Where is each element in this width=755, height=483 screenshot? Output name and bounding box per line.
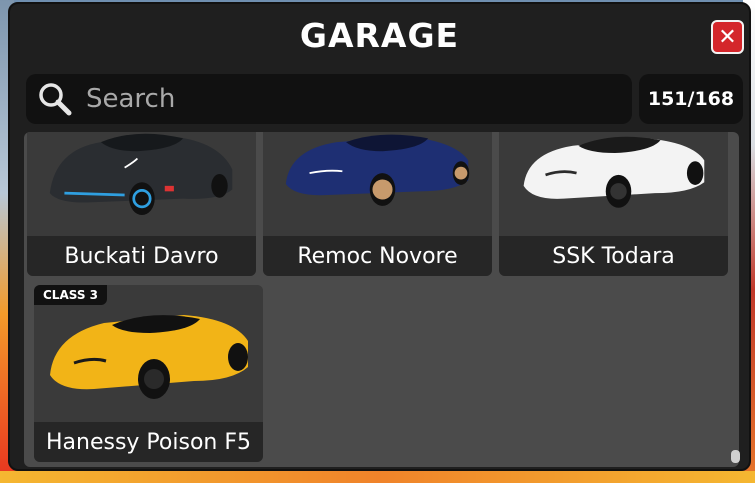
vehicle-card[interactable]: CLASS 3 Hanessy Poison F5 — [34, 285, 263, 462]
car-image — [263, 132, 492, 226]
vehicle-card[interactable]: Remoc Novore — [263, 132, 492, 276]
car-image — [34, 285, 263, 422]
close-button[interactable]: ✕ — [711, 20, 744, 54]
garage-panel: GARAGE ✕ 151/168 Buckati Davro — [8, 2, 751, 471]
background-bottom — [0, 471, 755, 483]
vehicle-list: Buckati Davro Remoc Novore SSK Todara CL… — [24, 132, 739, 467]
car-image — [27, 132, 256, 226]
panel-title: GARAGE — [299, 16, 460, 55]
class-badge: CLASS 3 — [34, 285, 108, 305]
scrollbar-thumb[interactable] — [731, 450, 740, 463]
vehicle-name: Buckati Davro — [27, 236, 256, 276]
vehicle-card[interactable]: Buckati Davro — [27, 132, 256, 276]
vehicle-name: SSK Todara — [499, 236, 728, 276]
scrollbar[interactable] — [730, 132, 740, 467]
search-input[interactable] — [86, 84, 606, 114]
search-bar[interactable] — [26, 74, 632, 124]
car-image — [499, 132, 728, 226]
vehicle-name: Hanessy Poison F5 — [34, 422, 263, 462]
vehicle-count: 151/168 — [639, 74, 743, 124]
close-icon: ✕ — [718, 24, 737, 50]
search-icon — [39, 83, 72, 116]
vehicle-card[interactable]: SSK Todara — [499, 132, 728, 276]
vehicle-name: Remoc Novore — [263, 236, 492, 276]
